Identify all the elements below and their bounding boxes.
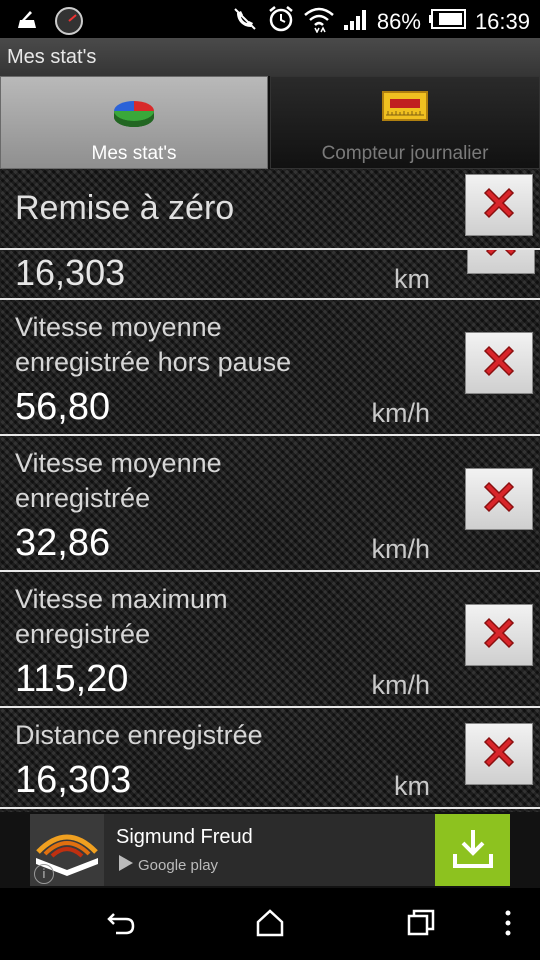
ruler-counter-icon [382, 91, 428, 126]
stat-unit: km/h [371, 398, 430, 428]
delete-stat-button[interactable] [465, 723, 533, 785]
stat-unit: km/h [371, 534, 430, 564]
stat-label-line: enregistrée [15, 619, 151, 649]
delete-stat-button[interactable] [465, 468, 533, 530]
signal-icon [343, 7, 369, 37]
tab-compteur-journalier-label: Compteur journalier [321, 143, 489, 164]
delete-x-icon [479, 183, 519, 228]
tab-mes-stats-label: Mes stat's [91, 143, 177, 164]
stat-value: 56,80 [15, 386, 111, 428]
delete-stat-button[interactable] [467, 250, 535, 274]
stat-label-line: Distance enregistrée [15, 720, 263, 750]
delete-x-icon [479, 477, 519, 522]
stats-list[interactable]: Remise à zéro 16,303 km Vitesse moyenne … [0, 169, 540, 812]
ad-banner[interactable]: i Sigmund Freud Google play [0, 812, 540, 888]
reset-row: Remise à zéro [0, 169, 540, 250]
stat-label-line: Vitesse maximum [15, 584, 228, 614]
menu-icon[interactable] [503, 908, 513, 943]
reset-label: Remise à zéro [15, 189, 235, 227]
stat-value: 16,303 [15, 252, 126, 293]
delete-x-icon [481, 250, 521, 266]
home-icon[interactable] [255, 908, 285, 943]
stat-unit: km [394, 771, 430, 801]
ad-info-icon[interactable]: i [34, 864, 54, 884]
stat-label-line: Vitesse moyenne [15, 448, 222, 478]
title-bar: Mes stat's [0, 38, 540, 76]
status-bar: 86% 16:39 [0, 0, 540, 38]
tab-bar: Mes stat's Compteur journalier [0, 76, 540, 169]
stat-value: 115,20 [15, 658, 129, 700]
google-play-icon [118, 854, 134, 876]
stat-row: Vitesse moyenne enregistrée hors pause 5… [0, 300, 540, 436]
google-play-badge: Google play [118, 854, 218, 876]
stat-row: Vitesse moyenne enregistrée 32,86 km/h [0, 436, 540, 572]
stat-label-line: enregistrée hors pause [15, 347, 292, 377]
tab-compteur-journalier[interactable]: Compteur journalier [270, 76, 540, 169]
battery-level: 86% [376, 9, 421, 34]
recents-icon[interactable] [406, 908, 436, 943]
delete-stat-button[interactable] [465, 604, 533, 666]
navigation-bar [0, 888, 540, 960]
stat-row: 16,303 km [0, 250, 540, 300]
stat-label-line: Vitesse moyenne [15, 312, 222, 342]
audiobook-logo-icon: i [30, 814, 104, 886]
clock: 16:39 [474, 9, 530, 34]
stat-row: Vitesse maximum enregistrée 115,20 km/h [0, 572, 540, 708]
ad-title: Sigmund Freud [116, 826, 253, 848]
stat-value: 32,86 [15, 522, 111, 564]
tab-mes-stats[interactable]: Mes stat's [0, 76, 268, 169]
no-call-icon [231, 5, 259, 39]
pie-chart-icon [111, 91, 157, 136]
reset-all-button[interactable] [465, 174, 533, 236]
stat-value: 16,303 [15, 759, 132, 801]
alarm-clock-icon [267, 5, 295, 39]
stat-label-line: enregistrée [15, 483, 151, 513]
back-icon[interactable] [106, 908, 136, 943]
google-play-label: Google play [138, 856, 219, 874]
battery-icon [428, 9, 467, 35]
ad-content[interactable]: i Sigmund Freud Google play [30, 814, 510, 886]
delete-x-icon [479, 732, 519, 777]
stat-unit: km/h [371, 670, 430, 700]
stat-unit: km [394, 264, 430, 294]
delete-x-icon [479, 613, 519, 658]
android-debug-icon [14, 8, 40, 39]
gauge-app-icon [54, 6, 84, 41]
wifi-icon [303, 5, 335, 39]
delete-stat-button[interactable] [465, 332, 533, 394]
download-icon [451, 826, 495, 875]
delete-x-icon [479, 341, 519, 386]
app-title: Mes stat's [7, 46, 97, 68]
stat-row: Distance enregistrée 16,303 km [0, 708, 540, 809]
download-button[interactable] [435, 814, 510, 886]
